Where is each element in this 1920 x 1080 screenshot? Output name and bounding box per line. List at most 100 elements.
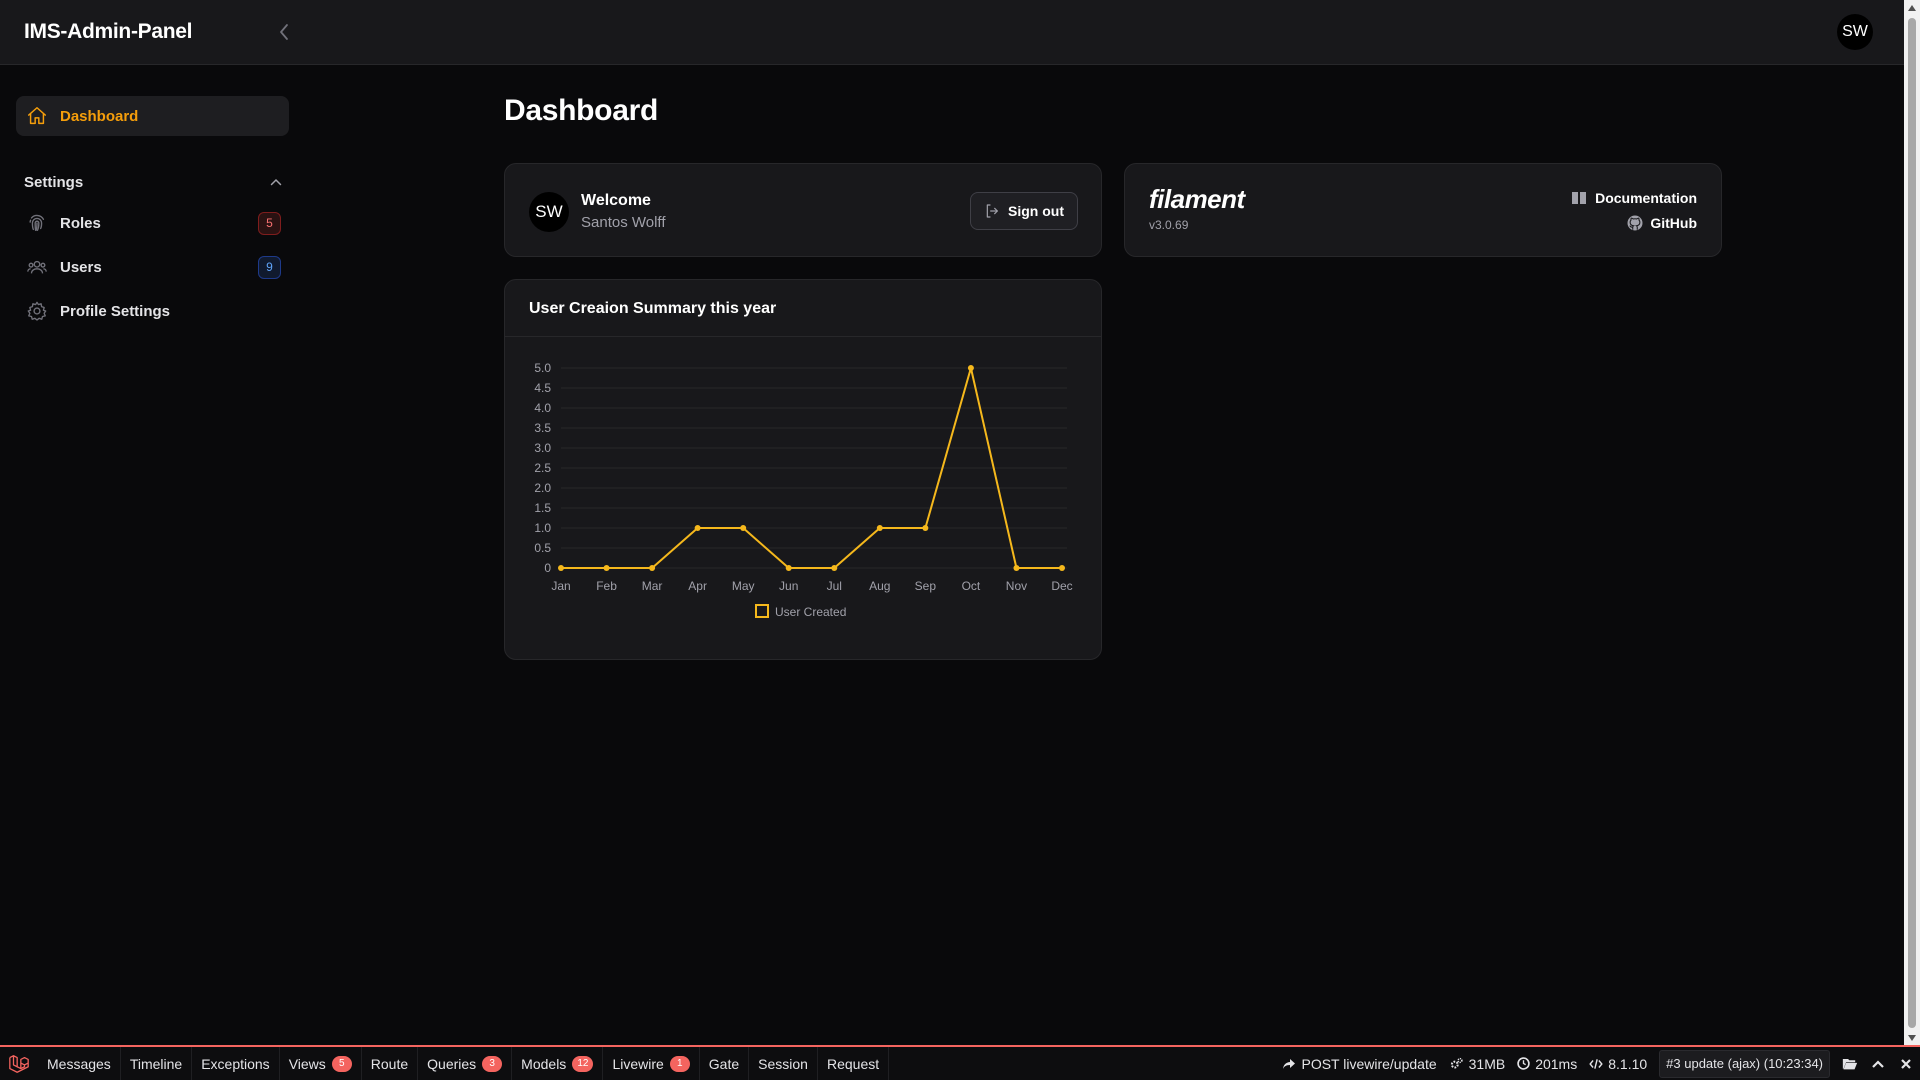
data-point-sep[interactable] (922, 525, 929, 531)
collapse-sidebar-button[interactable] (272, 18, 296, 46)
x-tick-label: Feb (596, 579, 617, 593)
data-point-jun[interactable] (785, 565, 792, 571)
share-icon (1283, 1058, 1296, 1069)
x-tick-label: Oct (962, 579, 981, 593)
sign-out-label: Sign out (1008, 203, 1064, 219)
users-icon (26, 256, 48, 278)
minimize-debugbar-button[interactable] (1864, 1047, 1892, 1080)
sign-out-icon (986, 204, 998, 218)
debug-tab-request[interactable]: Request (818, 1047, 890, 1080)
y-tick-label: 5.0 (534, 361, 551, 375)
chevron-up-icon (270, 178, 282, 186)
debug-tab-models[interactable]: Models 12 (512, 1047, 604, 1080)
debug-tab-gate[interactable]: Gate (700, 1047, 750, 1080)
users-count-badge: 9 (258, 255, 281, 279)
debug-tab-route[interactable]: Route (362, 1047, 419, 1080)
debug-tab-timeline[interactable]: Timeline (121, 1047, 193, 1080)
data-point-may[interactable] (740, 525, 747, 531)
user-avatar[interactable]: SW (1837, 14, 1873, 50)
data-point-apr[interactable] (694, 525, 701, 531)
y-tick-label: 0 (544, 561, 551, 575)
data-point-oct[interactable] (967, 365, 974, 371)
laravel-logo-icon[interactable] (0, 1047, 38, 1080)
debug-tab-count-badge: 1 (669, 1055, 690, 1072)
documentation-link[interactable]: Documentation (1571, 190, 1697, 206)
debug-tab-count-badge: 3 (482, 1055, 503, 1072)
scroll-thumb[interactable] (1908, 18, 1916, 1028)
debug-tab-label: Queries (427, 1055, 477, 1072)
book-icon (1572, 192, 1587, 204)
memory-label: 31MB (1468, 1055, 1506, 1072)
clock-icon (1517, 1057, 1530, 1070)
request-time: 201ms (1511, 1056, 1583, 1072)
debug-bar-status: POST livewire/update 31MB 201ms 8.1.10 #… (1276, 1047, 1920, 1080)
data-point-aug[interactable] (876, 525, 883, 531)
legend-swatch (755, 604, 769, 618)
x-tick-label: Jun (779, 579, 798, 593)
request-selector[interactable]: #3 update (ajax) (10:23:34) (1659, 1049, 1830, 1078)
debug-tab-views[interactable]: Views 5 (280, 1047, 362, 1080)
welcome-card: SW Welcome Santos Wolff Sign out (504, 163, 1102, 257)
debug-tab-label: Timeline (129, 1055, 183, 1072)
sidebar-item-users[interactable]: Users 9 (16, 247, 289, 287)
sidebar-item-label: Users (60, 258, 102, 276)
sidebar-group-label: Settings (24, 173, 84, 191)
data-point-jul[interactable] (831, 565, 838, 571)
debug-tab-label: Models (521, 1055, 567, 1072)
filament-logo[interactable]: filament (1149, 184, 1245, 215)
github-link[interactable]: GitHub (1626, 214, 1697, 232)
debug-tab-label: Route (370, 1055, 409, 1072)
scroll-up-arrow-icon[interactable] (1908, 5, 1916, 11)
data-point-jan[interactable] (558, 565, 564, 571)
debug-bar: Messages Timeline Exceptions Views 5 Route Que… (0, 1045, 1920, 1080)
debug-tab-count-badge: 5 (331, 1055, 352, 1072)
avatar: SW (529, 192, 569, 232)
debug-tab-livewire[interactable]: Livewire 1 (603, 1047, 700, 1080)
x-tick-label: Apr (688, 579, 707, 593)
x-tick-label: Aug (869, 579, 890, 593)
page-scrollbar[interactable] (1904, 0, 1920, 1046)
open-folder-button[interactable] (1836, 1047, 1864, 1080)
filament-version: v3.0.69 (1149, 218, 1189, 232)
documentation-label: Documentation (1595, 190, 1697, 206)
debug-tab-label: Views (288, 1055, 326, 1072)
data-point-nov[interactable] (1013, 565, 1020, 571)
top-bar: IMS-Admin-Panel SW (0, 0, 1904, 65)
welcome-user-name: Santos Wolff (581, 214, 666, 231)
filament-info-card: filament v3.0.69 Documentation GitHub (1124, 163, 1722, 257)
request-method: POST livewire/update (1276, 1056, 1442, 1072)
memory-usage: 31MB (1443, 1056, 1512, 1072)
data-point-dec[interactable] (1059, 565, 1065, 571)
brand-title[interactable]: IMS-Admin-Panel (24, 20, 192, 44)
sign-out-button[interactable]: Sign out (970, 192, 1078, 230)
php-version: 8.1.10 (1583, 1056, 1653, 1072)
page-title: Dashboard (504, 94, 658, 127)
debug-tab-label: Request (826, 1055, 880, 1072)
x-tick-label: Nov (1006, 579, 1027, 593)
request-label: POST livewire/update (1301, 1055, 1437, 1072)
scroll-down-arrow-icon[interactable] (1908, 1035, 1916, 1041)
close-debugbar-button[interactable] (1892, 1047, 1920, 1080)
data-point-mar[interactable] (649, 565, 656, 571)
debug-tab-queries[interactable]: Queries 3 (418, 1047, 513, 1080)
chevron-left-icon (280, 24, 288, 40)
debug-tab-messages[interactable]: Messages (38, 1047, 121, 1080)
data-point-feb[interactable] (603, 565, 610, 571)
code-icon (1589, 1058, 1603, 1069)
cogs-icon (1450, 1057, 1463, 1069)
sidebar-item-profile-settings[interactable]: Profile Settings (16, 291, 289, 331)
chart-legend[interactable]: User Created (755, 604, 846, 619)
welcome-title: Welcome (581, 192, 651, 209)
x-tick-label: May (732, 579, 755, 593)
github-icon (1627, 215, 1643, 231)
y-tick-label: 4.5 (534, 381, 551, 395)
debug-tab-session[interactable]: Session (749, 1047, 818, 1080)
debug-tab-exceptions[interactable]: Exceptions (192, 1047, 280, 1080)
sidebar-item-dashboard[interactable]: Dashboard (16, 96, 289, 136)
debug-tab-label: Session (758, 1055, 808, 1072)
debug-tab-label: Messages (47, 1055, 111, 1072)
x-tick-label: Sep (915, 579, 937, 593)
x-tick-label: Dec (1051, 579, 1072, 593)
sidebar-item-roles[interactable]: Roles 5 (16, 203, 289, 243)
sidebar-group-settings[interactable]: Settings (24, 170, 282, 194)
